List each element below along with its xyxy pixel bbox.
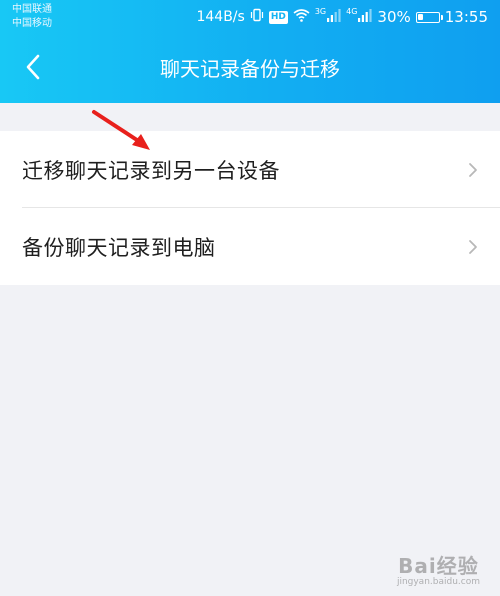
- battery-percent: 30%: [377, 8, 411, 26]
- page-title: 聊天记录备份与迁移: [160, 57, 340, 81]
- signal-icon-2: [358, 8, 373, 26]
- network-type-2: 4G: [346, 6, 358, 16]
- signal-icon-1: [327, 8, 341, 26]
- carrier-1: 中国联通: [12, 4, 52, 15]
- network-speed: 144B/s: [196, 9, 245, 25]
- list-item-backup-to-pc[interactable]: 备份聊天记录到电脑: [0, 208, 500, 285]
- chevron-right-icon: [468, 162, 478, 178]
- list-item-label: 迁移聊天记录到另一台设备: [22, 158, 280, 183]
- watermark: Bai经验 jingyan.baidu.com: [397, 555, 480, 588]
- network-type-1: 3G: [314, 6, 327, 16]
- header-bar: 中国联通 中国移动 144B/s HD 3G 4G 30% 13:55 聊天记录…: [0, 0, 500, 103]
- carrier-info: 中国联通 中国移动: [12, 3, 52, 31]
- carrier-2: 中国移动: [12, 18, 52, 29]
- battery-level-fill: [417, 13, 424, 20]
- watermark-logo: Bai经验: [398, 554, 479, 578]
- battery-icon: [415, 11, 443, 23]
- back-button[interactable]: [18, 52, 48, 86]
- list-item-label: 备份聊天记录到电脑: [22, 235, 216, 260]
- list-item-migrate-chat[interactable]: 迁移聊天记录到另一台设备: [0, 131, 500, 208]
- watermark-url: jingyan.baidu.com: [396, 577, 480, 587]
- clock: 13:55: [444, 8, 488, 26]
- chevron-left-icon: [25, 54, 41, 84]
- red-arrow-annotation-icon: [88, 108, 158, 154]
- hd-icon: HD: [268, 10, 288, 24]
- vibrate-icon: [250, 8, 264, 26]
- chevron-right-icon: [468, 239, 478, 255]
- settings-list: 迁移聊天记录到另一台设备 备份聊天记录到电脑: [0, 131, 500, 285]
- status-bar-right: 144B/s HD 3G 4G 30% 13:55: [196, 6, 488, 28]
- wifi-icon: [293, 8, 310, 26]
